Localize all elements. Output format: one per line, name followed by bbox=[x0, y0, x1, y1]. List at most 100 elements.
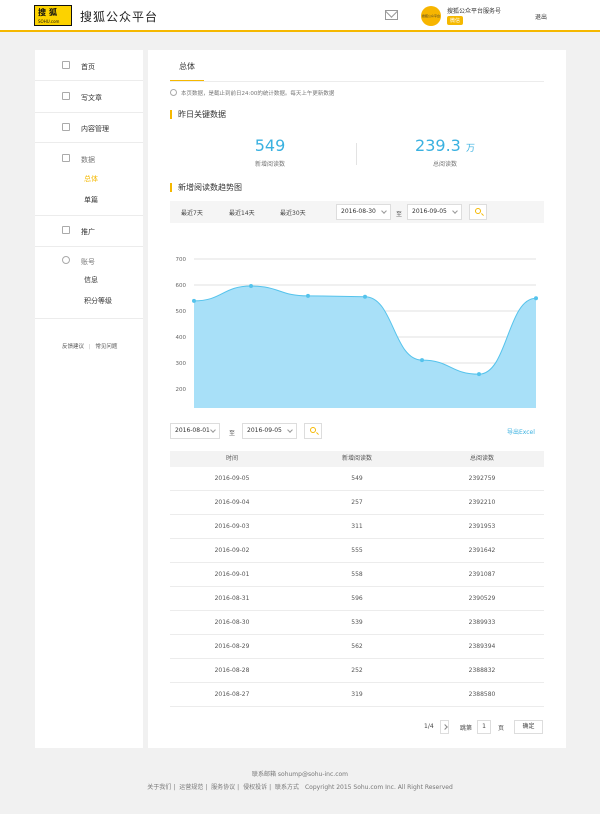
main-panel: 总体 本页数据，是截止到前日24:00的统计数据。每天上午更新数据 昨日关键数据… bbox=[148, 50, 566, 748]
data-point bbox=[249, 284, 253, 289]
table-cell: 2391087 bbox=[468, 571, 496, 578]
feedback-link[interactable]: 反馈建议 bbox=[62, 344, 84, 350]
faq-link[interactable]: 常见问题 bbox=[95, 344, 117, 350]
sidebar-sub-single[interactable]: 单篇 bbox=[84, 195, 98, 205]
goto-label: 跳第 bbox=[460, 725, 473, 732]
table-cell: 319 bbox=[351, 691, 363, 698]
kpi-new-reads-label: 新增阅读数 bbox=[254, 161, 285, 168]
export-excel-link[interactable]: 导出Excel bbox=[507, 427, 535, 436]
table-row: 2016-09-04 257 2392210 bbox=[170, 491, 544, 515]
y-tick-label: 200 bbox=[176, 387, 187, 393]
next-page-button[interactable] bbox=[440, 720, 449, 734]
range-30-days-button[interactable]: 最近30天 bbox=[280, 208, 306, 217]
footer-copyright: Copyright 2015 Sohu.com Inc. All Right R… bbox=[304, 784, 453, 791]
table-row: 2016-08-28 252 2388832 bbox=[170, 659, 544, 683]
trend-chart: 0100200300400500600700 08.3008.3109.0109… bbox=[176, 257, 538, 408]
table-row: 2016-08-27 319 2388580 bbox=[170, 683, 544, 707]
table-cell: 558 bbox=[351, 571, 363, 578]
table-cell: 555 bbox=[351, 547, 363, 554]
nav-group-promo: 推广 bbox=[35, 216, 143, 247]
search-icon bbox=[310, 427, 316, 433]
y-tick-label: 300 bbox=[176, 361, 187, 367]
mail-icon[interactable] bbox=[385, 10, 398, 20]
table-cell: 2392759 bbox=[468, 475, 496, 482]
table-search-button[interactable] bbox=[304, 423, 322, 439]
kpi-value-number: 239.3 bbox=[415, 136, 461, 155]
table-cell: 2392210 bbox=[468, 499, 496, 506]
table-date-to-select[interactable]: 2016-09-05 bbox=[242, 423, 297, 439]
page-indicator: 1/4 bbox=[424, 723, 434, 730]
sidebar-item-account[interactable]: 账号 bbox=[35, 254, 143, 268]
kpi-value-number: 549 bbox=[254, 136, 286, 155]
table-row: 2016-09-02 555 2391642 bbox=[170, 539, 544, 563]
promo-icon bbox=[62, 226, 70, 234]
chart-area bbox=[194, 286, 536, 408]
footer-email: 联系邮箱 sohump@sohu-inc.com bbox=[251, 771, 349, 778]
account-name[interactable]: 搜狐公众平台服务号 bbox=[447, 6, 501, 15]
table-cell: 2388832 bbox=[468, 667, 496, 674]
y-tick-label: 400 bbox=[176, 335, 187, 341]
nav-group-data: 数据 总体 单篇 bbox=[35, 143, 143, 216]
confirm-button[interactable]: 确定 bbox=[514, 720, 543, 734]
table-cell: 539 bbox=[351, 619, 363, 626]
sidebar-item-promo[interactable]: 推广 bbox=[35, 224, 143, 238]
table-row: 2016-08-29 562 2389394 bbox=[170, 635, 544, 659]
info-icon bbox=[170, 89, 177, 96]
sidebar-item-label: 数据 bbox=[81, 156, 95, 164]
date-value: 2016-09-05 bbox=[247, 427, 282, 434]
kpi-unit: 万 bbox=[465, 144, 475, 154]
chevron-down-icon bbox=[452, 208, 458, 214]
sohu-logo[interactable]: 搜狐 SOHU.com bbox=[34, 5, 72, 26]
table-cell: 596 bbox=[351, 595, 363, 602]
trend-date-to-select[interactable]: 2016-09-05 bbox=[407, 204, 462, 220]
sidebar-item-home[interactable]: 首页 bbox=[35, 59, 143, 73]
range-7-days-button[interactable]: 最近7天 bbox=[181, 208, 203, 217]
range-14-days-button[interactable]: 最近14天 bbox=[229, 208, 255, 217]
sidebar-sub-points[interactable]: 积分等级 bbox=[84, 296, 112, 306]
footer-link-terms[interactable]: 服务协议 bbox=[211, 784, 235, 791]
table-cell: 2016-09-05 bbox=[214, 475, 250, 482]
table-cell: 311 bbox=[351, 523, 363, 530]
sidebar: 首页 写文章 内容管理 数据 总体 单篇 推广 账号 信息 积分等级 反馈建议 … bbox=[35, 50, 143, 748]
footer-link-complaint[interactable]: 侵权投诉 bbox=[243, 784, 267, 791]
table-cell: 2016-08-30 bbox=[214, 619, 250, 626]
trend-search-button[interactable] bbox=[469, 204, 487, 220]
feedback-links: 反馈建议 | 常见问题 bbox=[62, 342, 117, 350]
search-icon bbox=[475, 208, 481, 214]
table-date-from-select[interactable]: 2016-08-01 bbox=[170, 423, 220, 439]
content-icon bbox=[62, 123, 70, 131]
table-cell: 252 bbox=[351, 667, 363, 674]
data-point bbox=[363, 294, 367, 299]
table-cell: 2016-09-03 bbox=[214, 523, 250, 530]
date-separator: 至 bbox=[229, 430, 236, 437]
sidebar-item-content[interactable]: 内容管理 bbox=[35, 121, 143, 135]
sidebar-item-label: 首页 bbox=[81, 63, 95, 71]
table-row: 2016-09-05 549 2392759 bbox=[170, 467, 544, 491]
avatar[interactable]: 搜狐公众平台 bbox=[421, 6, 441, 26]
sidebar-item-write[interactable]: 写文章 bbox=[35, 90, 143, 104]
tab-overall[interactable]: 总体 bbox=[170, 58, 204, 82]
y-tick-label: 500 bbox=[176, 309, 187, 315]
page-input[interactable]: 1 bbox=[477, 720, 491, 734]
sidebar-item-data[interactable]: 数据 bbox=[35, 152, 143, 166]
section-title-trend: 新增阅读数趋势图 bbox=[170, 183, 242, 192]
chevron-down-icon bbox=[381, 208, 387, 214]
account-icon bbox=[62, 256, 70, 264]
footer-link-contact[interactable]: 联系方式 bbox=[275, 784, 299, 791]
nav-group-write: 写文章 bbox=[35, 81, 143, 113]
table-cell: 2388580 bbox=[468, 691, 496, 698]
footer-links: 关于我们 | 运营规范 | 服务协议 | 侵权投诉 | 联系方式 Copyright 2… bbox=[147, 784, 453, 791]
data-point bbox=[477, 372, 481, 377]
table-cell: 2390529 bbox=[468, 595, 496, 602]
trend-date-from-select[interactable]: 2016-08-30 bbox=[336, 204, 391, 220]
table-cell: 2016-08-28 bbox=[214, 667, 250, 674]
table-cell: 2016-09-04 bbox=[214, 499, 250, 506]
kpi-total-reads-value: 239.3 万 bbox=[410, 136, 480, 155]
footer-link-about[interactable]: 关于我们 bbox=[147, 784, 171, 791]
logout-link[interactable]: 退出 bbox=[535, 12, 547, 21]
table-header-cell: 时间 bbox=[225, 455, 238, 462]
divider: | bbox=[88, 344, 91, 350]
sidebar-sub-overall[interactable]: 总体 bbox=[84, 174, 98, 184]
sidebar-sub-info[interactable]: 信息 bbox=[84, 275, 98, 285]
footer-link-rules[interactable]: 运营规范 bbox=[179, 784, 203, 791]
